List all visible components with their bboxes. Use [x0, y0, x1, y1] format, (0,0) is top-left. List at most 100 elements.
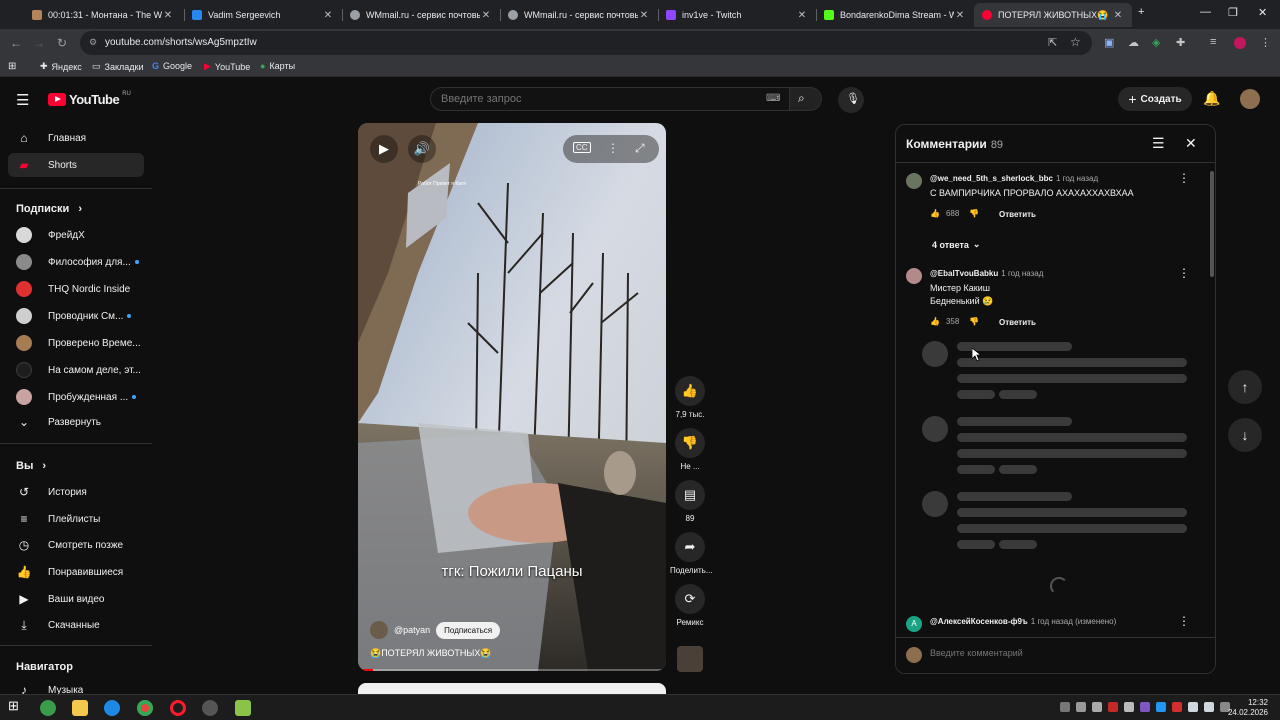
- sound-thumbnail[interactable]: [677, 646, 703, 672]
- tray-icon[interactable]: [1156, 702, 1166, 712]
- network-icon[interactable]: [1188, 702, 1198, 712]
- close-tab-icon[interactable]: ✕: [796, 10, 808, 21]
- browser-tab[interactable]: Vadim Sergeevich ✕: [184, 3, 342, 27]
- sidebar-item-subscription[interactable]: Проводник См...: [8, 304, 144, 328]
- browser-tab[interactable]: BondarenkoDima Stream - Wat ✕: [816, 3, 974, 27]
- sidebar-item-subscription[interactable]: Проверено Време...: [8, 331, 144, 355]
- comment-avatar[interactable]: A: [906, 616, 922, 632]
- profile-avatar[interactable]: [1234, 37, 1246, 49]
- windows-start-icon[interactable]: ⊞: [8, 698, 24, 714]
- close-tab-icon[interactable]: ✕: [1112, 10, 1124, 21]
- more-options-icon[interactable]: ⋮: [607, 141, 619, 155]
- bookmark-star-icon[interactable]: ☆: [1070, 35, 1081, 49]
- menu-dots-icon[interactable]: ⋮: [1260, 36, 1271, 49]
- you-header[interactable]: Вы ›: [16, 460, 46, 472]
- sidebar-item-playlists[interactable]: ≡ Плейлисты: [8, 507, 144, 531]
- bookmark-item[interactable]: ▶ YouTube: [204, 61, 250, 72]
- fullscreen-icon[interactable]: ⤢: [635, 141, 645, 156]
- minimize-icon[interactable]: —: [1200, 6, 1211, 18]
- comment-author[interactable]: @EbalTvouBabku 1 год назад: [930, 269, 1043, 278]
- close-tab-icon[interactable]: ✕: [638, 10, 650, 21]
- install-icon[interactable]: ⇱: [1048, 36, 1057, 49]
- search-button[interactable]: ⌕: [790, 87, 822, 111]
- voice-search-button[interactable]: 🎙: [838, 87, 864, 113]
- apps-grid-icon[interactable]: ⊞: [8, 61, 16, 72]
- sidebar-item-your-videos[interactable]: ▶ Ваши видео: [8, 587, 144, 611]
- thumb-up-icon[interactable]: 👍: [930, 317, 940, 326]
- comment-input[interactable]: [930, 648, 1200, 658]
- sidebar-item-downloads[interactable]: ⤓ Скачанные: [8, 613, 144, 637]
- opera-icon[interactable]: [170, 700, 186, 716]
- close-tab-icon[interactable]: ✕: [322, 10, 334, 21]
- reply-button[interactable]: Ответить: [999, 210, 1036, 219]
- close-tab-icon[interactable]: ✕: [162, 10, 174, 21]
- thumb-up-icon[interactable]: 👍: [930, 209, 940, 218]
- bookmark-item[interactable]: ✚ Яндекс: [40, 61, 82, 72]
- sidebar-item-subscription[interactable]: THQ Nordic Inside: [8, 277, 144, 301]
- subscriptions-header[interactable]: Подписки ›: [16, 203, 82, 215]
- dislike-action[interactable]: 👎 Не ...: [670, 428, 710, 471]
- remix-action[interactable]: ⟳ Ремикс: [670, 584, 710, 627]
- media-icon[interactable]: ≡: [1210, 36, 1216, 48]
- tray-icon[interactable]: [1108, 702, 1118, 712]
- progress-bar[interactable]: [358, 669, 666, 671]
- comments-scrollbar[interactable]: [1210, 171, 1214, 277]
- chrome-icon[interactable]: [137, 700, 153, 716]
- extension-cloud-icon[interactable]: ☁: [1128, 36, 1139, 49]
- tray-icon[interactable]: [1060, 702, 1070, 712]
- sidebar-item-liked[interactable]: 👍 Понравившиеся: [8, 560, 144, 584]
- address-bar[interactable]: ⚙ youtube.com/shorts/wsAg5mpztIw ⇱ ☆: [80, 31, 1092, 55]
- bookmark-item[interactable]: G Google: [152, 61, 192, 71]
- reload-icon[interactable]: ↻: [57, 36, 67, 50]
- forward-icon[interactable]: →: [33, 36, 45, 50]
- subscribe-button[interactable]: Подписаться: [436, 621, 501, 639]
- comment-avatar[interactable]: [906, 268, 922, 284]
- close-tab-icon[interactable]: ✕: [954, 10, 966, 21]
- comment-avatar[interactable]: [906, 173, 922, 189]
- search-input[interactable]: [441, 93, 741, 105]
- close-window-icon[interactable]: ✕: [1258, 6, 1267, 19]
- taskbar-app-icon[interactable]: [40, 700, 56, 716]
- comment-menu-icon[interactable]: ⋮: [1178, 171, 1190, 185]
- extension-shield-icon[interactable]: ◈: [1152, 36, 1160, 49]
- browser-tab[interactable]: 00:01:31 - Монтана - The West ✕: [24, 3, 182, 27]
- channel-name[interactable]: @patyan: [394, 625, 430, 635]
- thumb-down-icon[interactable]: 👎: [969, 317, 979, 326]
- menu-icon[interactable]: ☰: [16, 91, 29, 109]
- comment-menu-icon[interactable]: ⋮: [1178, 614, 1190, 628]
- tray-icon[interactable]: [1172, 702, 1182, 712]
- captions-icon[interactable]: CC: [573, 142, 591, 153]
- bookmark-item[interactable]: ▭ Закладки: [92, 61, 143, 72]
- extensions-icon[interactable]: ✚: [1176, 36, 1185, 49]
- browser-tab[interactable]: inv1ve - Twitch ✕: [658, 3, 816, 27]
- tray-icon[interactable]: [1140, 702, 1150, 712]
- site-info-icon[interactable]: ⚙: [89, 37, 97, 48]
- play-button[interactable]: ▶: [370, 135, 398, 163]
- comment-menu-icon[interactable]: ⋮: [1178, 266, 1190, 280]
- tray-icon[interactable]: [1124, 702, 1134, 712]
- file-explorer-icon[interactable]: [72, 700, 88, 716]
- shorts-video-player[interactable]: ▶ 🔊 CC ⋮ ⤢ Работ Привет я Катя тгк: Пожи…: [358, 123, 666, 671]
- comments-action[interactable]: ▤ 89: [670, 480, 710, 523]
- sidebar-item-subscription[interactable]: На самом деле, эт...: [8, 358, 144, 382]
- sidebar-item-subscription[interactable]: Философия для...: [8, 250, 144, 274]
- youtube-logo[interactable]: YouTube RU: [48, 91, 131, 107]
- sort-icon[interactable]: ☰: [1152, 135, 1165, 152]
- sidebar-item-subscription[interactable]: Пробужденная ...: [8, 385, 144, 409]
- sidebar-item-home[interactable]: ⌂ Главная: [8, 126, 144, 150]
- reply-button[interactable]: Ответить: [999, 318, 1036, 327]
- browser-tab-active[interactable]: ПОТЕРЯЛ ЖИВОТНЫХ😭 ✕: [974, 3, 1132, 27]
- share-action[interactable]: ➦ Поделить...: [670, 532, 713, 575]
- search-box[interactable]: ⌨: [430, 87, 790, 111]
- like-action[interactable]: 👍 7,9 тыс.: [670, 376, 710, 419]
- show-replies-button[interactable]: 4 ответа ⌄: [932, 239, 980, 250]
- back-icon[interactable]: ←: [10, 36, 22, 50]
- tray-icon[interactable]: [1076, 702, 1086, 712]
- close-icon[interactable]: ✕: [1185, 135, 1197, 152]
- translate-icon[interactable]: ▣: [1104, 36, 1114, 49]
- bookmark-item[interactable]: ● Карты: [260, 61, 295, 71]
- channel-avatar[interactable]: [370, 621, 388, 639]
- browser-tab[interactable]: WMmail.ru - сервис почтовых ✕: [500, 3, 658, 27]
- thumb-down-icon[interactable]: 👎: [969, 209, 979, 218]
- new-tab-button[interactable]: +: [1138, 6, 1144, 18]
